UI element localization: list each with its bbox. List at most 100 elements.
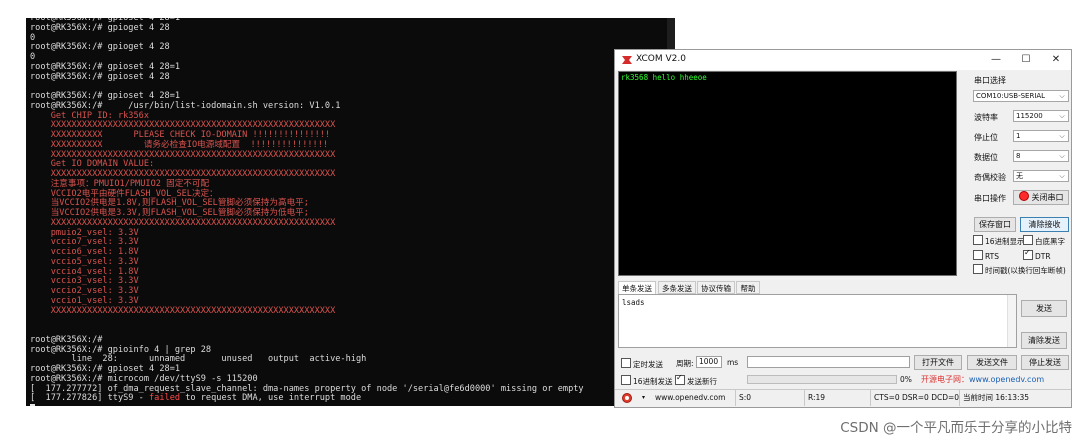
baud-select[interactable]: 115200 ⌵	[1013, 110, 1069, 122]
stop-bits-label: 停止位	[974, 133, 998, 142]
hex-send-label: 16进制发送	[633, 377, 673, 386]
chevron-down-icon: ⌵	[1059, 152, 1065, 160]
timestamp-checkbox[interactable]: 时间戳(以换行回车断帧)	[973, 264, 1066, 276]
status-site[interactable]: www.openedv.com	[652, 390, 736, 406]
stop-bits-value: 1	[1016, 132, 1021, 140]
send-newline-label: 发送新行	[687, 377, 717, 386]
terminal-line: [ 177.277826] ttyS9 - failed to request …	[30, 393, 362, 404]
promo-text: 开源电子网：www.openedv.com	[921, 374, 1044, 385]
port-op-label: 串口操作	[974, 194, 1006, 203]
data-bits-select[interactable]: 8 ⌵	[1013, 150, 1069, 162]
chevron-down-icon: ⌵	[1059, 172, 1065, 180]
terminal-faded-line	[26, 406, 306, 414]
checkbox-box	[973, 235, 983, 245]
hex-display-label: 16进制显示	[985, 237, 1025, 246]
tab-single-send[interactable]: 单条发送	[618, 281, 656, 294]
white-bg-label: 白底黑字	[1035, 237, 1065, 246]
serial-select-label: 串口选择	[974, 76, 1006, 85]
window-title: XCOM V2.0	[636, 54, 686, 64]
send-text: lsads	[622, 298, 645, 307]
timestamp-label: 时间戳(以换行回车断帧)	[985, 266, 1066, 275]
send-tabbar: 单条发送 多条发送 协议传输 帮助	[618, 281, 958, 294]
send-textarea[interactable]: lsads	[618, 294, 1017, 348]
receive-text: rk3568 hello hheeoe	[621, 73, 707, 82]
parity-value: 无	[1016, 172, 1023, 180]
open-file-button[interactable]: 打开文件	[914, 355, 962, 370]
csdn-watermark: CSDN @一个平凡而乐于分享的小比特	[840, 420, 1072, 436]
chevron-down-icon: ⌵	[1059, 132, 1065, 140]
settings-icon[interactable]	[622, 393, 632, 403]
maximize-button[interactable]: ☐	[1011, 50, 1041, 70]
ms-label: ms	[727, 358, 739, 367]
chevron-down-icon: ⌵	[1059, 92, 1065, 100]
dropdown-icon[interactable]: ▾	[639, 390, 653, 406]
terminal-failed-word: failed	[149, 393, 181, 404]
tab-multi-send[interactable]: 多条发送	[658, 281, 696, 294]
file-path-input[interactable]	[747, 356, 910, 368]
terminal-line: root@RK356X:/# gpioget 4 28	[30, 42, 170, 53]
baud-label: 波特率	[974, 113, 998, 122]
promo-link[interactable]: www.openedv.com	[969, 375, 1044, 384]
parity-label: 奇偶校验	[974, 173, 1006, 182]
stop-send-button[interactable]: 停止发送	[1021, 355, 1069, 370]
progress-percent: 0%	[900, 375, 912, 384]
minimize-button[interactable]: —	[981, 50, 1011, 70]
terminal-line: root@RK356X:/# gpioget 4 28	[30, 22, 170, 33]
rts-checkbox[interactable]: RTS	[973, 250, 999, 261]
terminal-window[interactable]: root@RK356X:/# gpioset 4 28=1 root@RK356X…	[26, 18, 675, 406]
close-port-button[interactable]: 关闭串口	[1013, 190, 1069, 205]
promo-label: 开源电子网：	[921, 375, 969, 384]
close-button[interactable]: ✕	[1041, 50, 1071, 70]
xcom-titlebar: XCOM V2.0 — ☐ ✕	[615, 50, 1071, 70]
period-input[interactable]: 1000	[696, 356, 722, 368]
clear-send-button[interactable]: 清除发送	[1021, 332, 1067, 349]
parity-select[interactable]: 无 ⌵	[1013, 170, 1069, 182]
checkbox-box	[1023, 235, 1033, 245]
close-port-label: 关闭串口	[1031, 193, 1064, 202]
status-signals: CTS=0 DSR=0 DCD=0	[871, 390, 960, 406]
serial-port-value: COM10:USB-SERIAL	[976, 92, 1046, 100]
terminal-output: root@RK356X:/# gpioset 4 28=1 root@RK356X…	[30, 18, 671, 406]
xcom-app-icon	[622, 56, 632, 64]
send-newline-checkbox[interactable]: 发送新行	[675, 373, 717, 387]
baud-value: 115200	[1016, 112, 1043, 120]
status-time: 当前时间 16:13:35	[963, 393, 1030, 402]
port-status-icon	[1018, 191, 1029, 201]
terminal-line: root@RK356X:/# gpioset 4 28	[30, 71, 170, 82]
send-file-button[interactable]: 发送文件	[967, 355, 1017, 370]
clear-receive-button[interactable]: 清除接收	[1020, 217, 1069, 232]
serial-port-select[interactable]: COM10:USB-SERIAL ⌵	[973, 90, 1069, 102]
dtr-label: DTR	[1035, 252, 1051, 261]
checkbox-box	[1023, 248, 1033, 260]
status-bar: ▾ www.openedv.com S:0 R:19 CTS=0 DSR=0 D…	[615, 389, 1071, 407]
period-label: 周期:	[676, 359, 694, 368]
checkbox-box	[675, 373, 685, 385]
terminal-line: XXXXXXXXXXXXXXXXXXXXXXXXXXXXXXXXXXXXXXXX…	[30, 305, 336, 316]
checkbox-box	[621, 358, 631, 368]
status-s-count: S:0	[736, 390, 805, 406]
rts-label: RTS	[985, 252, 1000, 261]
chevron-down-icon: ⌵	[1059, 112, 1065, 120]
checkbox-box	[973, 264, 983, 274]
send-button[interactable]: 发送	[1021, 300, 1067, 317]
stop-bits-select[interactable]: 1 ⌵	[1013, 130, 1069, 142]
timed-send-label: 定时发送	[633, 360, 663, 369]
status-r-count: R:19	[805, 390, 871, 406]
data-bits-value: 8	[1016, 152, 1021, 160]
hex-display-checkbox[interactable]: 16进制显示	[973, 235, 1025, 247]
tab-help[interactable]: 帮助	[736, 281, 760, 294]
receive-area[interactable]: rk3568 hello hheeoe	[618, 71, 957, 276]
tab-protocol[interactable]: 协议传输	[697, 281, 735, 294]
save-window-button[interactable]: 保存窗口	[974, 217, 1016, 232]
send-progress-bar	[747, 375, 897, 384]
timed-send-checkbox[interactable]: 定时发送	[621, 358, 663, 370]
data-bits-label: 数据位	[974, 153, 998, 162]
hex-send-checkbox[interactable]: 16进制发送	[621, 375, 673, 387]
white-bg-checkbox[interactable]: 白底黑字	[1023, 235, 1065, 247]
dtr-checkbox[interactable]: DTR	[1023, 248, 1051, 261]
send-scrollbar[interactable]	[1007, 295, 1016, 347]
checkbox-box	[621, 375, 631, 385]
xcom-window: XCOM V2.0 — ☐ ✕ rk3568 hello hheeoe 串口选择…	[614, 49, 1072, 408]
